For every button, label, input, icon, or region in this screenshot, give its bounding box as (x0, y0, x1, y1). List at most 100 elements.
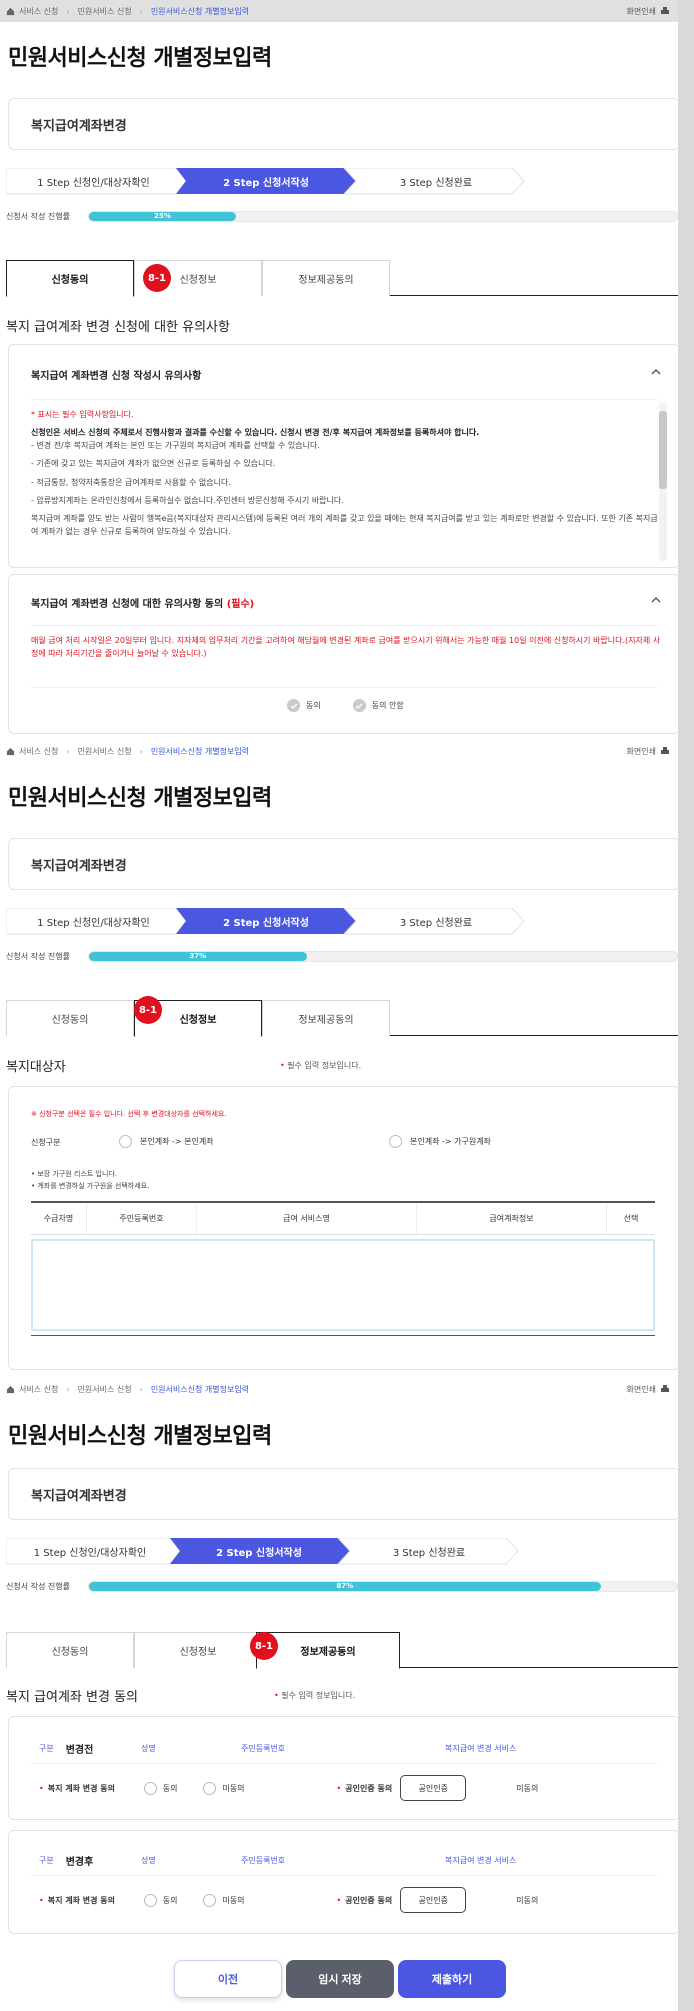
breadcrumb-item[interactable]: 민원서비스 신청 (78, 746, 132, 757)
breadcrumb-item[interactable]: 서비스 신청 (19, 1384, 58, 1395)
breadcrumb-current: 민원서비스신청 개별정보입력 (150, 6, 250, 16)
breadcrumb-separator: › (139, 1384, 143, 1394)
disagree-option[interactable]: 동의 안함 (352, 699, 404, 712)
breadcrumb-item[interactable]: 민원서비스 신청 (78, 1384, 132, 1395)
col-id: 주민등록번호 (241, 1744, 286, 1753)
cert-button[interactable]: 공인인증 (400, 1775, 467, 1801)
radio-button[interactable] (389, 1135, 402, 1148)
col-name: 성명 (141, 1856, 156, 1865)
breadcrumb-item[interactable]: 민원서비스 신청 (78, 6, 132, 17)
kind-label: 구분 (39, 1744, 54, 1753)
print-button[interactable]: 화면인쇄 (627, 1384, 670, 1395)
notice-scroll[interactable]: * 표시는 필수 입력사항입니다. 신청인은 서비스 신청의 주체로서 진행사항… (31, 409, 663, 561)
print-label: 화면인쇄 (626, 6, 656, 16)
right-gutter (678, 0, 694, 2011)
step-2-active: 2 Step 신청서작성 (223, 917, 309, 929)
print-button[interactable]: 화면인쇄 (627, 746, 670, 757)
radio-button[interactable] (203, 1781, 217, 1795)
agree-label: 동의 (306, 701, 321, 710)
notice-panel: 복지급여 계좌변경 신청 작성시 유의사항 * 표시는 필수 입력사항입니다. … (8, 344, 680, 568)
home-icon (6, 1385, 15, 1393)
consent-block-before: 구분 변경전 성명 주민등록번호 복지급여 변경 서비스 • 복지 계좌 변경 동… (8, 1716, 680, 1820)
radio-button[interactable] (143, 1781, 157, 1795)
step-2-active: 2 Step 신청서작성 (223, 177, 309, 189)
chevron-up-icon[interactable] (651, 595, 661, 605)
cert-status: 미동의 (516, 1783, 539, 1793)
table-body (31, 1239, 655, 1331)
printer-icon (661, 7, 669, 14)
breadcrumb-item[interactable]: 서비스 신청 (19, 6, 58, 17)
notice-line: - 적금통장, 청약저축통장은 급여계좌로 사용할 수 없습니다. (31, 477, 231, 487)
scroll-thumb[interactable] (659, 411, 667, 489)
progress-bar: 87% (88, 1580, 678, 1592)
step-1: 1 Step 신청인/대상자확인 (37, 917, 150, 929)
required-note: • 필수 입력 정보입니다. (280, 1061, 362, 1070)
tab-consent[interactable]: 신청동의 (6, 1000, 134, 1036)
breadcrumb-item[interactable]: 서비스 신청 (19, 746, 58, 757)
radio-button[interactable] (119, 1135, 132, 1148)
option-self-to-self[interactable]: 본인계좌 -> 본인계좌 (119, 1135, 214, 1148)
progress-value: 87% (336, 1582, 354, 1590)
step-indicator: 1 Step 신청인/대상자확인 2 Step 신청서작성 3 Step 신청완… (6, 168, 526, 196)
column-header: 주민등록번호 (87, 1203, 197, 1234)
selection-notice: ※ 신청구분 선택은 필수 입니다. 선택 후 변경대상자를 선택하세요. (31, 1110, 227, 1118)
option-self-to-member[interactable]: 본인계좌 -> 가구원계좌 (389, 1135, 491, 1148)
agreement-panel-title: 복지급여 계좌변경 신청에 대한 유의사항 동의 (필수) (31, 595, 254, 610)
check-icon (352, 699, 366, 712)
notice-line: - 압류방지계좌는 온라인신청에서 등록하실수 없습니다.주민센터 방문신청해 … (31, 495, 344, 505)
progress-bar: 25% (88, 210, 678, 222)
breadcrumb-current: 민원서비스신청 개별정보입력 (150, 1384, 250, 1394)
chevron-up-icon[interactable] (651, 367, 661, 377)
agree-option[interactable]: 동의 (143, 1781, 177, 1795)
step-3: 3 Step 신청완료 (392, 1547, 466, 1559)
agree-option[interactable]: 동의 (143, 1893, 177, 1907)
progress-value: 37% (189, 952, 207, 960)
print-button[interactable]: 화면인쇄 (627, 6, 670, 17)
print-label: 화면인쇄 (626, 1384, 656, 1394)
consent-row: • 복지 계좌 변경 동의 동의 미동의 • 공인인증 동의 공인인증 미동의 (39, 1887, 538, 1913)
tab-consent[interactable]: 신청동의 (6, 260, 134, 297)
tab-info-provision[interactable]: 정보제공동의 (262, 1000, 390, 1036)
page-title: 민원서비스신청 개별정보입력 (8, 1424, 272, 1449)
notice-scrollbar[interactable] (659, 403, 667, 561)
step-3: 3 Step 신청완료 (399, 177, 473, 189)
prev-button[interactable]: 이전 (174, 1960, 282, 1998)
temp-save-button[interactable]: 임시 저장 (286, 1960, 394, 1998)
print-label: 화면인쇄 (626, 746, 656, 756)
disagree-option[interactable]: 미동의 (203, 1781, 245, 1795)
guide-list: • 보장 가구원 리스트 입니다. • 계좌를 변경하실 가구원을 선택하세요. (31, 1169, 149, 1193)
tab-info-provision[interactable]: 정보제공동의 (262, 260, 390, 296)
agree-option[interactable]: 동의 (287, 699, 321, 712)
cert-button[interactable]: 공인인증 (400, 1887, 467, 1913)
breadcrumb-separator: › (139, 746, 143, 756)
step-1: 1 Step 신청인/대상자확인 (37, 177, 150, 189)
tab-bar: 신청동의 신청정보 정보제공동의 8-1 (6, 1632, 690, 1669)
required-tag: (필수) (226, 599, 255, 610)
service-name: 복지급여계좌변경 (31, 858, 127, 874)
tab-application-info[interactable]: 신청정보 (134, 1632, 262, 1668)
required-note: • 필수 입력 정보입니다. (274, 1691, 356, 1700)
step-2-active: 2 Step 신청서작성 (216, 1547, 302, 1559)
tab-bar: 신청동의 신청정보 정보제공동의 8-1 (6, 260, 690, 297)
kind-label: 구분 (39, 1856, 54, 1865)
notice-line: 신청인은 서비스 신청의 주체로서 진행사항과 결과를 수신할 수 있습니다. … (31, 428, 480, 438)
breadcrumb: 서비스 신청 › 민원서비스 신청 › 민원서비스신청 개별정보입력 화면인쇄 (0, 0, 694, 22)
tab-info-provision[interactable]: 정보제공동의 (256, 1632, 400, 1669)
type-label: 신청구분 (31, 1138, 61, 1147)
breadcrumb-separator: › (139, 6, 143, 16)
radio-button[interactable] (203, 1893, 217, 1907)
column-header: 선택 (623, 1214, 639, 1223)
column-header: 수급자명 (31, 1203, 87, 1234)
submit-button[interactable]: 제출하기 (398, 1960, 506, 1998)
progress-fill: 87% (89, 1581, 601, 1591)
required-note-text: 필수 입력 정보입니다. (281, 1691, 356, 1700)
page-title: 민원서비스신청 개별정보입력 (8, 46, 272, 71)
radio-button[interactable] (143, 1893, 157, 1907)
step-indicator: 1 Step 신청인/대상자확인 2 Step 신청서작성 3 Step 신청완… (6, 908, 526, 936)
annotation-badge: 8-1 (134, 996, 162, 1024)
option-label: 본인계좌 -> 본인계좌 (140, 1137, 214, 1146)
disagree-option[interactable]: 미동의 (203, 1893, 245, 1907)
tab-consent[interactable]: 신청동의 (6, 1632, 134, 1668)
breadcrumb-separator: › (66, 746, 70, 756)
progress-row: 신청서 작성 진행률 25% (6, 209, 678, 223)
